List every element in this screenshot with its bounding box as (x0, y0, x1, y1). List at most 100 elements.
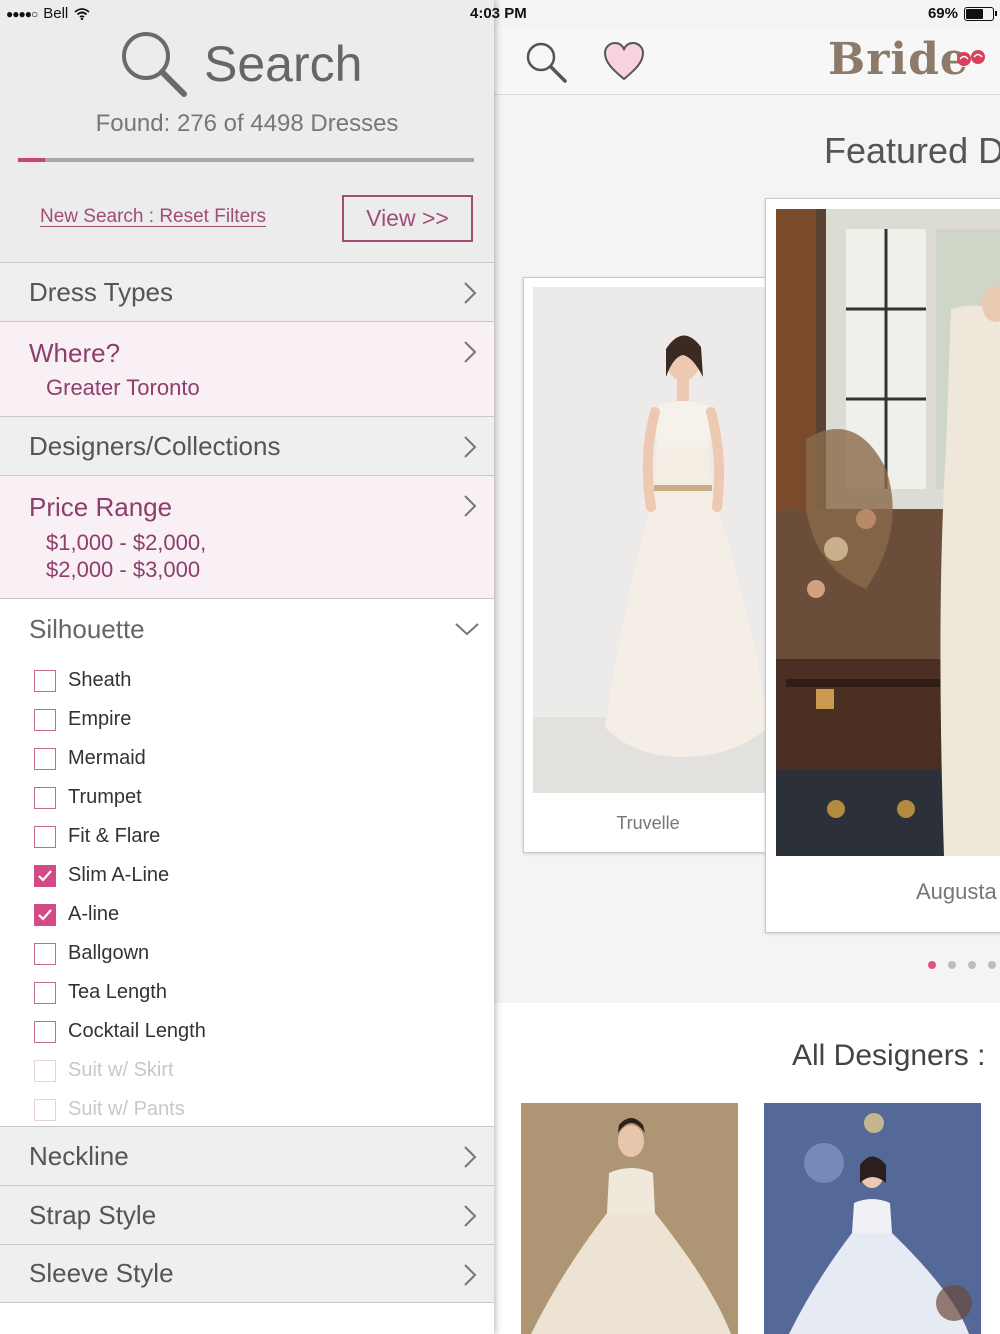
signal-strength-icon: ●●●●○ (6, 6, 38, 21)
featured-card-augusta[interactable]: Augusta (765, 198, 1000, 933)
silhouette-option-label: Trumpet (68, 786, 142, 808)
checkbox[interactable] (34, 786, 56, 809)
all-designers-title: All Designers : (792, 1039, 986, 1072)
battery-level (966, 8, 984, 19)
designer-thumbnail-2[interactable] (764, 1103, 981, 1334)
card-caption: Augusta (916, 879, 997, 904)
all-designers-section: All Designers : (494, 1003, 1000, 1334)
filter-silhouette: Silhouette Sheath Empire Mermaid Trumpet Fit… (0, 598, 494, 1126)
silhouette-option-label: Ballgown (68, 942, 150, 964)
carousel-dot-4[interactable] (988, 961, 996, 969)
checkbox[interactable] (34, 981, 56, 1004)
carousel-dot-1[interactable] (928, 961, 936, 969)
silhouette-option-label: Slim A-Line (68, 864, 170, 886)
search-panel: Search Found: 276 of 4498 Dresses New Se… (0, 0, 494, 1334)
silhouette-option-label: Mermaid (68, 747, 146, 769)
filter-value: Greater Toronto (46, 375, 200, 400)
silhouette-options: Sheath Empire Mermaid Trumpet Fit & Flare Sli… (34, 661, 206, 1129)
dress-photo (533, 287, 774, 793)
filter-value: $1,000 - $2,000, $2,000 - $3,000 (46, 529, 494, 583)
silhouette-option-label: Fit & Flare (68, 825, 161, 847)
search-icon[interactable] (524, 40, 568, 84)
filter-designers[interactable]: Designers/Collections (0, 416, 494, 475)
filter-label: Designers/Collections (29, 430, 281, 461)
checkbox (34, 1059, 56, 1082)
chevron-right-icon (464, 282, 477, 304)
silhouette-option[interactable]: Tea Length (34, 973, 206, 1012)
main-content: Bride Featured D Truvelle Augusta All De… (494, 0, 1000, 1334)
carrier-info: ●●●●○ Bell (6, 5, 90, 22)
chevron-right-icon (464, 436, 477, 458)
chevron-right-icon (464, 341, 477, 363)
silhouette-option-label: A-line (68, 903, 120, 925)
silhouette-option-label: Empire (68, 708, 132, 730)
dress-photo (776, 209, 1000, 856)
silhouette-option[interactable]: Mermaid (34, 739, 206, 778)
silhouette-option: Suit w/ Skirt (34, 1051, 206, 1090)
silhouette-option[interactable]: A-line (34, 895, 206, 934)
silhouette-option[interactable]: Empire (34, 700, 206, 739)
silhouette-option[interactable]: Sheath (34, 661, 206, 700)
filter-sleeve-style[interactable]: Sleeve Style (0, 1244, 494, 1303)
filter-strap-style[interactable]: Strap Style (0, 1185, 494, 1244)
battery-icon (964, 6, 997, 21)
filter-where[interactable]: Where? Greater Toronto (0, 321, 494, 416)
checkbox-checked[interactable] (34, 864, 56, 887)
filter-price-range[interactable]: Price Range $1,000 - $2,000, $2,000 - $3… (0, 475, 494, 598)
filter-label: Dress Types (29, 276, 174, 307)
filter-label: Sleeve Style (29, 1258, 174, 1288)
results-count: Found: 276 of 4498 Dresses (95, 110, 399, 137)
silhouette-option-label: Cocktail Length (68, 1020, 206, 1042)
view-results-button[interactable]: View >> (342, 195, 473, 242)
featured-card-truvelle[interactable]: Truvelle (523, 277, 774, 853)
checkbox[interactable] (34, 942, 56, 965)
silhouette-option[interactable]: Trumpet (34, 778, 206, 817)
clock: 4:03 PM (470, 5, 527, 22)
filter-neckline[interactable]: Neckline (0, 1126, 494, 1185)
check-icon (38, 869, 52, 882)
carousel-indicator (928, 961, 996, 969)
designer-thumbnail-1[interactable] (521, 1103, 738, 1334)
checkbox-checked[interactable] (34, 903, 56, 926)
top-nav: Bride (494, 28, 1000, 95)
check-icon (38, 908, 52, 921)
roses-icon (957, 50, 985, 66)
chevron-down-icon[interactable] (454, 621, 480, 637)
wifi-icon (74, 7, 90, 20)
carousel-dot-2[interactable] (948, 961, 956, 969)
chevron-right-icon (464, 495, 477, 517)
silhouette-option: Suit w/ Pants (34, 1090, 206, 1129)
heart-icon[interactable] (602, 40, 646, 82)
filter-label: Where? (29, 338, 121, 368)
filter-label: Neckline (29, 1140, 129, 1171)
checkbox[interactable] (34, 825, 56, 848)
carousel-dot-3[interactable] (968, 961, 976, 969)
filter-label: Strap Style (29, 1199, 157, 1230)
silhouette-option[interactable]: Cocktail Length (34, 1012, 206, 1051)
results-progress-bar (18, 158, 474, 162)
price-range-1: $1,000 - $2,000, (46, 530, 207, 555)
checkbox[interactable] (34, 669, 56, 692)
results-progress-fill (18, 158, 46, 162)
featured-title: Featured D (824, 130, 1000, 171)
search-title: Search (204, 36, 363, 92)
battery-percent: 69% (927, 5, 958, 22)
silhouette-option[interactable]: Fit & Flare (34, 817, 206, 856)
card-caption: Truvelle (616, 813, 680, 833)
checkbox[interactable] (34, 708, 56, 731)
chevron-right-icon (464, 1205, 477, 1227)
checkbox (34, 1098, 56, 1121)
reset-filters-link[interactable]: New Search : Reset Filters (40, 206, 266, 228)
filter-label[interactable]: Silhouette (29, 614, 145, 645)
silhouette-option[interactable]: Slim A-Line (34, 856, 206, 895)
search-icon (122, 32, 187, 97)
checkbox[interactable] (34, 747, 56, 770)
silhouette-option-label: Suit w/ Skirt (68, 1059, 174, 1081)
brand-logo[interactable]: Bride (828, 34, 969, 85)
checkbox[interactable] (34, 1020, 56, 1043)
silhouette-option[interactable]: Ballgown (34, 934, 206, 973)
silhouette-option-label: Sheath (68, 669, 132, 691)
filter-dress-types[interactable]: Dress Types (0, 262, 494, 321)
battery-status: 69% (927, 5, 997, 22)
silhouette-option-label: Suit w/ Pants (68, 1098, 185, 1120)
